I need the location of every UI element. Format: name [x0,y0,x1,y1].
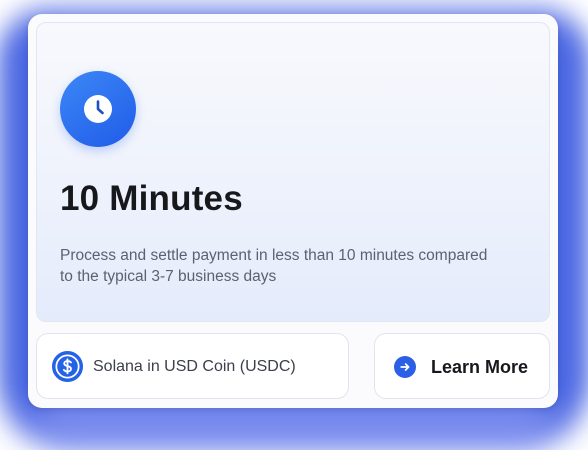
learn-more-button[interactable]: Learn More [374,333,550,399]
hero-panel: 10 Minutes Process and settle payment in… [36,22,550,322]
token-pill: Solana in USD Coin (USDC) [36,333,349,399]
clock-icon [84,95,112,123]
token-label: Solana in USD Coin (USDC) [93,358,296,375]
clock-badge [60,71,136,147]
feature-card: 10 Minutes Process and settle payment in… [28,14,558,408]
learn-more-label: Learn More [431,357,529,377]
usdc-dollar-icon [51,350,84,383]
hero-title: 10 Minutes [60,179,243,218]
hero-description: Process and settle payment in less than … [60,247,488,285]
arrow-right-icon [394,356,416,378]
